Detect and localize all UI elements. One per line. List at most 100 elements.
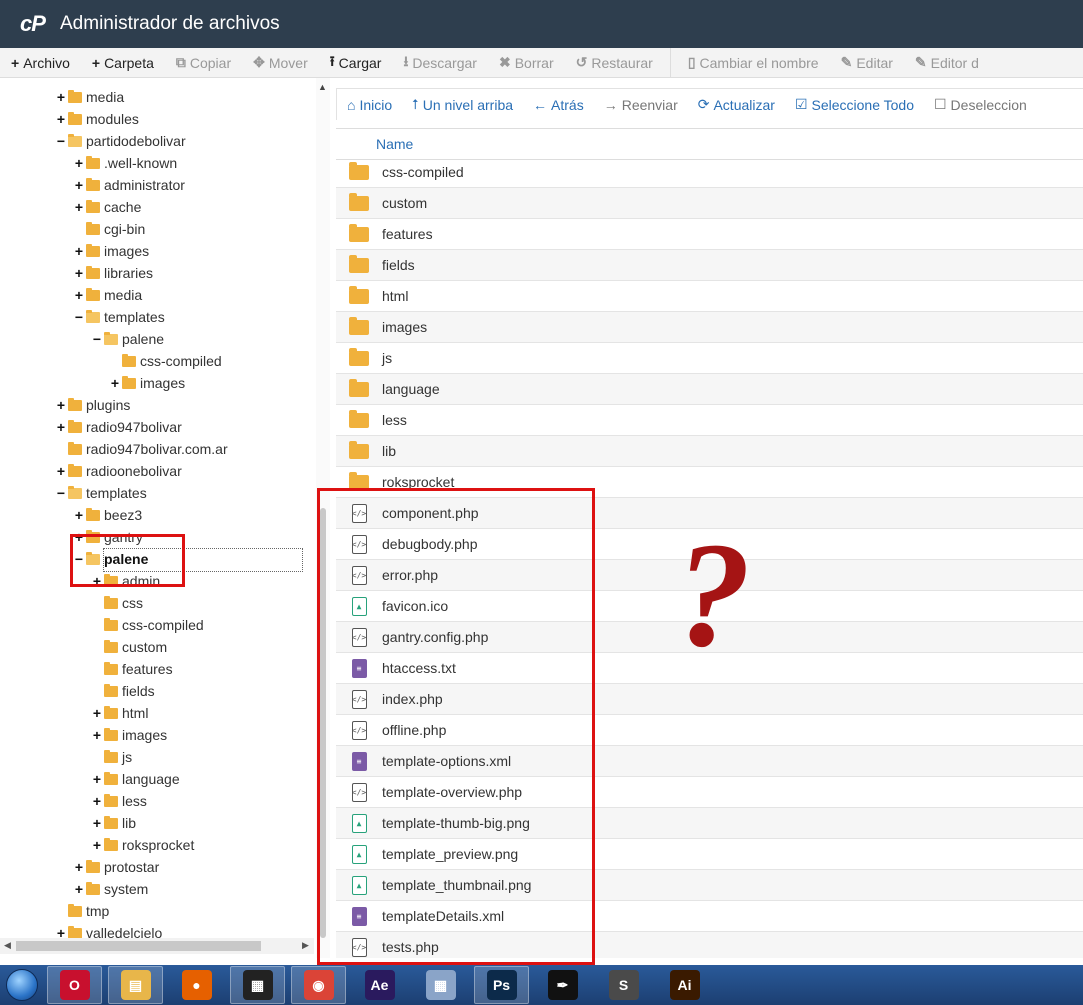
file-row[interactable]: js [336,343,1083,374]
tree-item-fields[interactable]: fields [92,680,155,702]
tree-item-roksprocket[interactable]: + roksprocket [92,834,194,856]
file-row[interactable]: images [336,312,1083,343]
tree-item-media[interactable]: + media [56,86,124,108]
tree-item-less[interactable]: + less [92,790,147,812]
tree-item-images[interactable]: + images [110,372,185,394]
file-row[interactable]: less [336,405,1083,436]
expand-icon[interactable]: + [74,265,84,281]
tree-item-js[interactable]: js [92,746,132,768]
taskbar-opera[interactable]: O [47,966,102,1004]
expand-icon[interactable]: + [74,859,84,875]
copiar-button[interactable]: ⧉ Copiar [165,48,242,77]
tree-item-administrator[interactable]: + administrator [74,174,185,196]
tree-item-radio947bolivar-com-ar[interactable]: radio947bolivar.com.ar [56,438,228,460]
start-button[interactable] [0,965,44,1005]
taskbar-calculator[interactable]: ▦ [413,966,468,1004]
tree-item-language[interactable]: + language [92,768,180,790]
expand-icon[interactable]: + [56,111,66,127]
file-row[interactable]: fields [336,250,1083,281]
tree-item-cache[interactable]: + cache [74,196,141,218]
tree-item-lib[interactable]: + lib [92,812,136,834]
tree-item-templates[interactable]: − templates [74,306,165,328]
expand-icon[interactable]: + [92,771,102,787]
cambiar-el-nombre-button[interactable]: ▯ Cambiar el nombre [677,48,830,77]
tree-item-partidodebolivar[interactable]: − partidodebolivar [56,130,186,152]
collapse-icon[interactable]: − [92,331,102,347]
archivo-button[interactable]: + Archivo [0,48,81,77]
scroll-up-arrow-icon[interactable]: ▲ [318,82,327,92]
file-row[interactable]: features [336,219,1083,250]
taskbar-video-editor[interactable]: ▦ [230,966,285,1004]
tree-item-radioonebolivar[interactable]: + radioonebolivar [56,460,182,482]
tree-item-cgi-bin[interactable]: cgi-bin [74,218,145,240]
editar-button[interactable]: ✎ Editar [830,48,904,77]
taskbar-photoshop[interactable]: Ps [474,966,529,1004]
expand-icon[interactable]: + [56,463,66,479]
cargar-button[interactable]: ⭱ Cargar [319,48,393,77]
nav-inicio-button[interactable]: ⌂ Inicio [337,97,402,113]
taskbar-sublime-text[interactable]: S [596,966,651,1004]
taskbar-chrome[interactable]: ◉ [291,966,346,1004]
expand-icon[interactable]: + [92,793,102,809]
scroll-right-arrow-icon[interactable]: ▶ [302,940,309,951]
expand-icon[interactable]: + [56,419,66,435]
tree-item-media[interactable]: + media [74,284,142,306]
tree-item-css-compiled[interactable]: css-compiled [110,350,222,372]
tree-item-beez3[interactable]: + beez3 [74,504,142,526]
expand-icon[interactable]: + [74,881,84,897]
expand-icon[interactable]: + [74,243,84,259]
restaurar-button[interactable]: ↺ Restaurar [565,48,664,77]
tree-item-custom[interactable]: custom [92,636,167,658]
borrar-button[interactable]: ✖ Borrar [488,48,565,77]
tree-item-features[interactable]: features [92,658,173,680]
scroll-left-arrow-icon[interactable]: ◀ [4,940,11,951]
file-row[interactable]: css-compiled [336,158,1083,188]
tree-item-libraries[interactable]: + libraries [74,262,153,284]
taskbar-explorer[interactable]: ▤ [108,966,163,1004]
expand-icon[interactable]: + [56,89,66,105]
nav-reenviar-button[interactable]: → Reenviar [594,97,688,113]
nav-seleccione-todo-button[interactable]: ☑ Seleccione Todo [785,96,924,113]
taskbar-illustrator[interactable]: Ai [657,966,712,1004]
tree-item-well-known[interactable]: + .well-known [74,152,177,174]
nav-atr-s-button[interactable]: ← Atrás [523,97,594,113]
tree-item-palene[interactable]: − palene [92,328,164,350]
file-row[interactable]: lib [336,436,1083,467]
expand-icon[interactable]: + [92,837,102,853]
expand-icon[interactable]: + [92,705,102,721]
tree-horizontal-scrollbar[interactable]: ◀ ▶ [0,938,314,954]
cpanel-logo-icon[interactable]: cP [20,11,54,37]
editor-d-button[interactable]: ✎ Editor d [904,48,990,77]
descargar-button[interactable]: ⭳ Descargar [392,48,488,77]
column-header[interactable]: Name [336,128,1083,160]
expand-icon[interactable]: + [92,815,102,831]
file-row[interactable]: html [336,281,1083,312]
tree-item-modules[interactable]: + modules [56,108,139,130]
collapse-icon[interactable]: − [74,309,84,325]
tree-item-css-compiled[interactable]: css-compiled [92,614,204,636]
column-header-name[interactable]: Name [376,136,413,152]
tree-item-images[interactable]: + images [74,240,149,262]
collapse-icon[interactable]: − [56,485,66,501]
expand-icon[interactable]: + [74,287,84,303]
expand-icon[interactable]: + [74,199,84,215]
expand-icon[interactable]: + [92,727,102,743]
collapse-icon[interactable]: − [56,133,66,149]
carpeta-button[interactable]: + Carpeta [81,48,165,77]
expand-icon[interactable]: + [110,375,120,391]
tree-item-templates[interactable]: − templates [56,482,147,504]
nav-un-nivel-arriba-button[interactable]: ⭡ Un nivel arriba [402,96,523,113]
tree-item-radio947bolivar[interactable]: + radio947bolivar [56,416,182,438]
file-row[interactable]: language [336,374,1083,405]
expand-icon[interactable]: + [56,397,66,413]
tree-item-plugins[interactable]: + plugins [56,394,130,416]
taskbar-after-effects[interactable]: Ae [352,966,407,1004]
expand-icon[interactable]: + [74,507,84,523]
tree-item-system[interactable]: + system [74,878,148,900]
tree-hscroll-thumb[interactable] [16,941,261,951]
tree-item-tmp[interactable]: tmp [56,900,109,922]
taskbar-firefox[interactable]: ● [169,966,224,1004]
expand-icon[interactable]: + [74,177,84,193]
tree-item-css[interactable]: css [92,592,143,614]
expand-icon[interactable]: + [74,155,84,171]
